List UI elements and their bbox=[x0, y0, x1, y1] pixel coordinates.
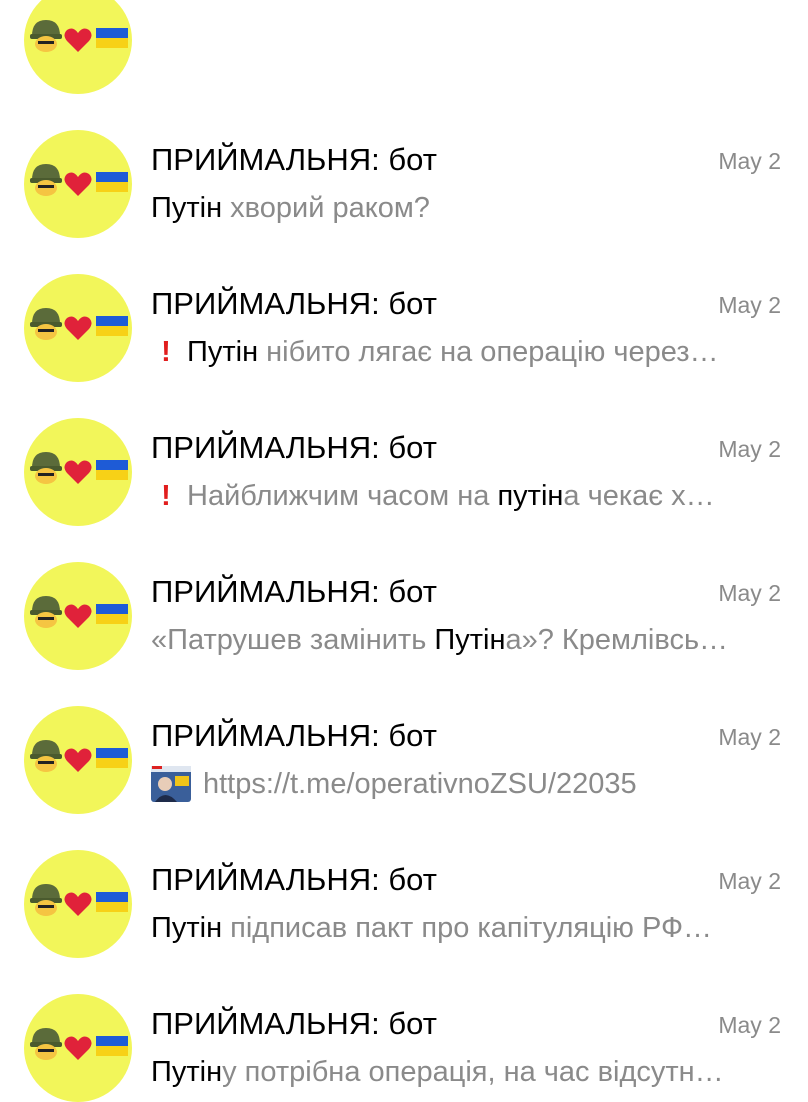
ukraine-flag-icon bbox=[96, 748, 128, 768]
exclamation-icon: ! bbox=[161, 336, 171, 368]
search-match-text: путін bbox=[497, 480, 564, 512]
chat-list-item[interactable]: ПРИЙМАЛЬНЯ: бот May 2 Путін хворий раком… bbox=[0, 80, 808, 238]
chat-name: ПРИЙМАЛЬНЯ: бот bbox=[151, 862, 437, 897]
avatar bbox=[24, 418, 132, 526]
search-match-text: Путін bbox=[151, 1056, 223, 1088]
avatar bbox=[24, 850, 132, 958]
preview-text: хворий раком? bbox=[222, 192, 430, 224]
chat-list-item[interactable]: ПРИЙМАЛЬНЯ: бот May 2 «Патрушев замінить… bbox=[0, 512, 808, 670]
military-helmet-icon bbox=[30, 1028, 62, 1060]
message-date: May 2 bbox=[718, 292, 781, 318]
message-date: May 2 bbox=[718, 1012, 781, 1038]
message-preview: «Патрушев замінить Путіна»? Кремлівсь… bbox=[151, 622, 779, 658]
message-preview: Путіну потрібна операція, на час відсутн… bbox=[151, 1054, 779, 1090]
avatar bbox=[24, 274, 132, 382]
preview-text: підписав пакт про капітуляцію РФ… bbox=[222, 912, 713, 944]
ukraine-flag-icon bbox=[96, 460, 128, 480]
preview-text: «Патрушев замінить bbox=[151, 624, 435, 656]
chat-list-item[interactable]: ПРИЙМАЛЬНЯ: бот May 2 Путін підписав пак… bbox=[0, 800, 808, 958]
message-preview: ! Найближчим часом на путіна чекає х… bbox=[151, 478, 779, 514]
chat-name: ПРИЙМАЛЬНЯ: бот bbox=[151, 718, 437, 753]
chat-list-item[interactable]: ПРИЙМАЛЬНЯ: бот May 2 https://t.me/opera… bbox=[0, 656, 808, 814]
message-date: May 2 bbox=[718, 724, 781, 750]
preview-text: у потрібна операція, на час відсутн… bbox=[222, 1056, 724, 1088]
message-preview: Путін хворий раком? bbox=[151, 190, 779, 226]
preview-text: нібито лягає на операцію через… bbox=[258, 336, 719, 368]
chat-name: ПРИЙМАЛЬНЯ: бот bbox=[151, 142, 437, 177]
chat-list-item[interactable]: ПРИЙМАЛЬНЯ: бот May 2 ! Найближчим часом … bbox=[0, 368, 808, 526]
red-heart-icon bbox=[64, 460, 92, 484]
red-heart-icon bbox=[64, 892, 92, 916]
ukraine-flag-icon bbox=[96, 604, 128, 624]
chat-name: ПРИЙМАЛЬНЯ: бот bbox=[151, 286, 437, 321]
message-preview: https://t.me/operativnoZSU/22035 bbox=[151, 766, 779, 803]
chat-list-item[interactable]: ПРИЙМАЛЬНЯ: бот May 2 ! Путін нібито ляга… bbox=[0, 224, 808, 382]
military-helmet-icon bbox=[30, 596, 62, 628]
message-date: May 2 bbox=[718, 436, 781, 462]
military-helmet-icon bbox=[30, 452, 62, 484]
red-heart-icon bbox=[64, 748, 92, 772]
search-match-text: Путін bbox=[151, 912, 223, 944]
military-helmet-icon bbox=[30, 740, 62, 772]
red-heart-icon bbox=[64, 28, 92, 52]
message-preview: ! Путін нібито лягає на операцію через… bbox=[151, 334, 779, 370]
chat-list-item[interactable]: ПРИЙМАЛЬНЯ: бот May 2 Путіну потрібна оп… bbox=[0, 944, 808, 1102]
ukraine-flag-icon bbox=[96, 316, 128, 336]
military-helmet-icon bbox=[30, 308, 62, 340]
chat-list-item[interactable] bbox=[0, 0, 808, 94]
red-heart-icon bbox=[64, 604, 92, 628]
avatar bbox=[24, 130, 132, 238]
avatar bbox=[24, 706, 132, 814]
avatar bbox=[24, 994, 132, 1102]
exclamation-icon: ! bbox=[161, 480, 171, 512]
ukraine-flag-icon bbox=[96, 1036, 128, 1056]
red-heart-icon bbox=[64, 316, 92, 340]
red-heart-icon bbox=[64, 172, 92, 196]
preview-text: https://t.me/operativnoZSU/22035 bbox=[203, 768, 637, 800]
red-heart-icon bbox=[64, 1036, 92, 1060]
search-match-text: Путін bbox=[151, 192, 223, 224]
ukraine-flag-icon bbox=[96, 892, 128, 912]
military-helmet-icon bbox=[30, 884, 62, 916]
military-helmet-icon bbox=[30, 164, 62, 196]
search-match-text: Путін bbox=[434, 624, 506, 656]
chat-name: ПРИЙМАЛЬНЯ: бот bbox=[151, 574, 437, 609]
preview-text: а»? Кремлівсь… bbox=[505, 624, 729, 656]
ukraine-flag-icon bbox=[96, 172, 128, 192]
search-match-text: Путін bbox=[187, 336, 259, 368]
ukraine-flag-icon bbox=[96, 28, 128, 48]
preview-text: Найближчим часом на bbox=[187, 480, 498, 512]
message-date: May 2 bbox=[718, 148, 781, 174]
avatar bbox=[24, 562, 132, 670]
message-date: May 2 bbox=[718, 868, 781, 894]
message-date: May 2 bbox=[718, 580, 781, 606]
chat-name: ПРИЙМАЛЬНЯ: бот bbox=[151, 1006, 437, 1041]
media-thumbnail bbox=[151, 766, 191, 803]
preview-text: а чекає х… bbox=[563, 480, 715, 512]
chat-name: ПРИЙМАЛЬНЯ: бот bbox=[151, 430, 437, 465]
message-preview: Путін підписав пакт про капітуляцію РФ… bbox=[151, 910, 779, 946]
chat-search-results: ПРИЙМАЛЬНЯ: бот May 2 Путін хворий раком… bbox=[0, 0, 808, 1102]
military-helmet-icon bbox=[30, 20, 62, 52]
